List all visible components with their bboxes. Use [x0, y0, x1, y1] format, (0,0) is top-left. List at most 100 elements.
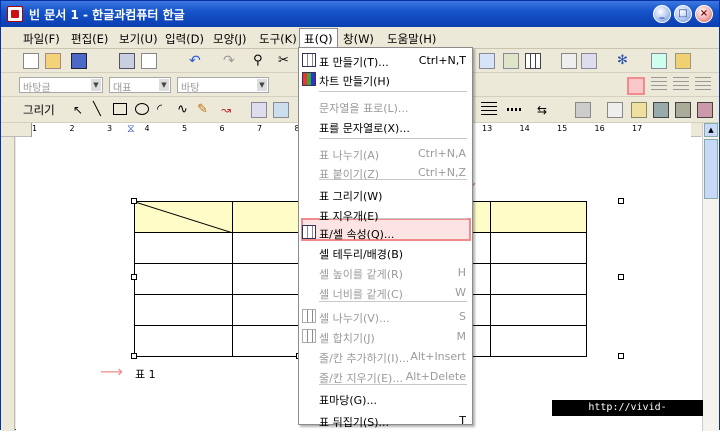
line-style-icon[interactable] [481, 102, 497, 118]
field-icon[interactable] [581, 53, 597, 69]
resize-handle[interactable] [131, 353, 137, 359]
dash-style-icon[interactable] [507, 108, 523, 111]
undo-icon[interactable]: ↶ [189, 53, 205, 69]
menu-item-14[interactable]: 줄/칸 추가하기(I)... Alt+Insert [299, 346, 472, 367]
rectangle-icon[interactable] [113, 103, 127, 115]
table-style-4-icon[interactable] [697, 102, 713, 118]
resize-handle[interactable] [131, 198, 137, 204]
font-lang-value: 대표 [113, 83, 132, 94]
arc-icon[interactable]: ◜ [157, 102, 173, 118]
menu-item-13[interactable]: 셀 합치기(J) M [299, 326, 472, 347]
table-grid-icon[interactable] [525, 53, 541, 69]
table-cell[interactable] [490, 325, 587, 357]
table-cell[interactable] [490, 201, 587, 233]
font-lang-combo[interactable]: 대표 ▼ [109, 77, 171, 94]
find-icon[interactable]: ⚲ [253, 53, 269, 69]
menu-format[interactable]: 모양(J) [213, 31, 247, 47]
draw-menu-label[interactable]: 그리기 [23, 102, 55, 118]
menu-item-17[interactable]: 표 뒤집기(S)... T [299, 410, 472, 431]
table-cell[interactable] [232, 263, 299, 295]
special-char-icon[interactable]: ✻ [617, 53, 633, 69]
group-icon[interactable] [273, 102, 289, 118]
print-icon[interactable] [119, 53, 135, 69]
menu-item-15[interactable]: 줄/칸 지우기(E)... Alt+Delete [299, 366, 472, 387]
table-cell[interactable] [134, 263, 233, 295]
scroll-up-icon[interactable]: ▲ [704, 123, 718, 137]
table-style-1-icon[interactable] [631, 102, 647, 118]
menu-separator [319, 138, 467, 139]
menu-item-8[interactable]: 표/셀 속성(Q)... [299, 222, 472, 243]
menu-item-4[interactable]: 표 나누기(A) Ctrl+N,A [299, 143, 472, 164]
fill-color-icon[interactable] [575, 102, 591, 118]
menu-item-12[interactable]: 셀 나누기(V)... S [299, 306, 472, 327]
save-icon[interactable] [71, 53, 87, 69]
align-right-icon[interactable] [695, 77, 711, 93]
table-cell[interactable] [490, 294, 587, 326]
indent-marker-icon[interactable]: ⧖ [127, 123, 135, 135]
menu-insert[interactable]: 입력(D) [165, 31, 204, 47]
menu-item-10[interactable]: 셀 높이를 같게(R) H [299, 262, 472, 283]
align-center-icon[interactable] [673, 77, 689, 93]
menu-tools[interactable]: 도구(K) [259, 31, 297, 47]
menu-item-6[interactable]: 표 그리기(W) [299, 184, 472, 205]
table-cell[interactable] [134, 232, 233, 264]
open-folder-icon[interactable] [45, 53, 61, 69]
align-left-icon[interactable] [651, 77, 667, 93]
arrow-style-icon[interactable]: ⇆ [537, 102, 553, 118]
scroll-thumb[interactable] [704, 139, 718, 199]
connector-icon[interactable]: ↝ [221, 102, 237, 118]
table-cell[interactable] [134, 325, 233, 357]
table-cell[interactable] [232, 232, 299, 264]
resize-handle[interactable] [618, 274, 624, 280]
table-cell[interactable] [232, 201, 299, 233]
menu-view[interactable]: 보기(U) [119, 31, 158, 47]
minimize-button[interactable]: _ [653, 5, 671, 23]
menu-item-5[interactable]: 표 붙이기(Z) Ctrl+N,Z [299, 162, 472, 183]
line-icon[interactable]: ╲ [93, 102, 109, 118]
menu-item-0[interactable]: 표 만들기(T)... Ctrl+N,T [299, 50, 472, 71]
menu-item-3[interactable]: 표를 문자열로(X)... [299, 116, 472, 137]
table-cell[interactable] [232, 294, 299, 326]
new-doc-icon[interactable] [23, 53, 39, 69]
table-cell[interactable] [232, 325, 299, 357]
menu-file[interactable]: 파일(F) [23, 31, 60, 47]
table-cell[interactable] [490, 263, 587, 295]
menu-window[interactable]: 창(W) [343, 31, 374, 47]
scissors-icon[interactable]: ✂ [278, 53, 294, 69]
textbox-icon[interactable] [251, 102, 267, 118]
bookmark-icon[interactable] [651, 53, 667, 69]
menu-item-11[interactable]: 셀 너비를 같게(C) W [299, 282, 472, 303]
preview-icon[interactable] [141, 53, 157, 69]
menu-edit[interactable]: 편집(E) [71, 31, 108, 47]
menu-item-9[interactable]: 셀 테두리/배경(B) [299, 242, 472, 263]
table-cell[interactable] [490, 232, 587, 264]
curve-icon[interactable]: ∿ [177, 102, 193, 118]
maximize-button[interactable]: □ [674, 5, 692, 23]
align-justify-icon[interactable] [627, 77, 645, 95]
picture-icon[interactable] [479, 53, 495, 69]
table-cell[interactable] [134, 294, 233, 326]
app-icon[interactable] [7, 6, 23, 22]
image-icon[interactable] [503, 53, 519, 69]
close-button[interactable]: × [695, 5, 713, 23]
shadow-icon[interactable] [607, 102, 623, 118]
resize-handle[interactable] [618, 198, 624, 204]
help-icon[interactable] [675, 53, 691, 69]
chart-bar-icon[interactable] [561, 53, 577, 69]
table-style-2-icon[interactable] [653, 102, 669, 118]
menu-item-16[interactable]: 표마당(G)... [299, 388, 472, 409]
pencil-icon[interactable]: ✎ [197, 102, 213, 118]
style-combo[interactable]: 바탕글 ▼ [19, 77, 103, 94]
menu-item-1[interactable]: 차트 만들기(H) [299, 69, 472, 90]
select-arrow-icon[interactable]: ↖ [73, 102, 89, 118]
font-combo[interactable]: 바탕 ▼ [177, 77, 269, 94]
table-style-3-icon[interactable] [675, 102, 691, 118]
menu-help[interactable]: 도움말(H) [387, 31, 436, 47]
resize-handle[interactable] [618, 353, 624, 359]
ellipse-icon[interactable] [135, 103, 149, 115]
resize-handle[interactable] [131, 274, 137, 280]
menu-item-2[interactable]: 문자열을 표로(L)... [299, 96, 472, 117]
redo-icon[interactable]: ↷ [223, 53, 239, 69]
table-cell-diagonal[interactable] [134, 201, 233, 233]
vertical-scrollbar[interactable]: ▲ [702, 123, 719, 431]
